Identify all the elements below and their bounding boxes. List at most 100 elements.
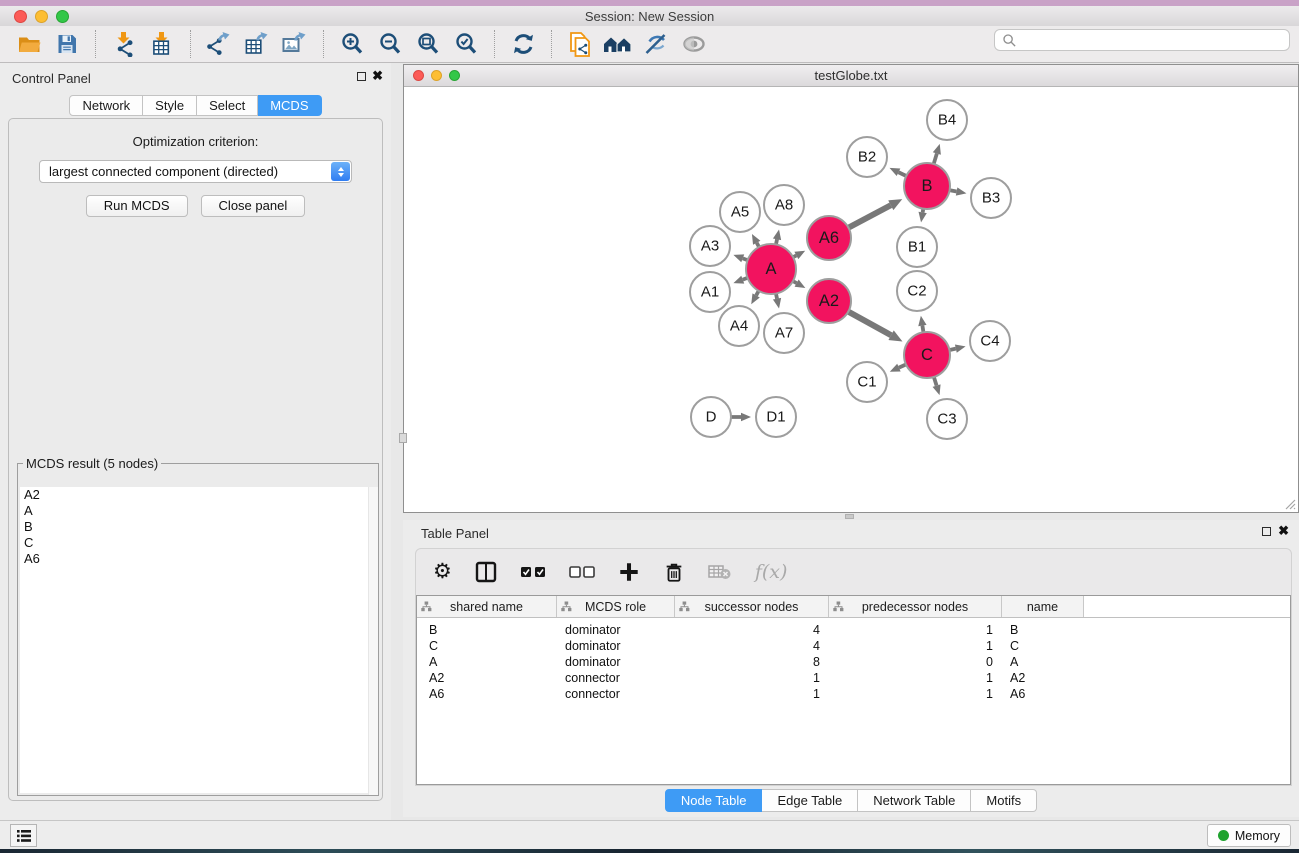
window-resize-grip[interactable] [1284, 498, 1296, 510]
export-image-button[interactable] [276, 28, 314, 60]
network-minimize-button[interactable] [431, 70, 442, 81]
column-header-successor-nodes[interactable]: successor nodes [675, 596, 829, 617]
node-A4[interactable]: A4 [719, 306, 759, 346]
refresh-layout-button[interactable] [504, 28, 542, 60]
tab-motifs[interactable]: Motifs [971, 789, 1037, 812]
table-cell[interactable]: B [1002, 622, 1084, 638]
table-cell[interactable]: C [1002, 638, 1084, 654]
app-titlebar[interactable]: Session: New Session [0, 6, 1299, 26]
table-cell[interactable]: 1 [675, 670, 829, 686]
node-C1[interactable]: C1 [847, 362, 887, 402]
import-table-button[interactable] [143, 28, 181, 60]
horizontal-divider-handle[interactable] [845, 514, 854, 519]
tab-select[interactable]: Select [197, 95, 258, 116]
node-C2[interactable]: C2 [897, 271, 937, 311]
table-cell[interactable]: B [417, 622, 557, 638]
tab-style[interactable]: Style [143, 95, 197, 116]
table-mode-settings-button[interactable]: ⚙ [433, 562, 452, 582]
minimize-window-button[interactable] [35, 10, 48, 23]
column-header-predecessor-nodes[interactable]: predecessor nodes [829, 596, 1002, 617]
table-cell[interactable]: A [417, 654, 557, 670]
table-float-icon[interactable] [1262, 527, 1271, 536]
deselect-all-rows-button[interactable] [569, 565, 595, 579]
table-row[interactable]: A2connector11A2 [417, 670, 1290, 686]
table-cell[interactable]: 1 [829, 686, 1002, 702]
table-row[interactable]: A6connector11A6 [417, 686, 1290, 702]
mcds-result-item[interactable]: A [20, 503, 376, 519]
node-B2[interactable]: B2 [847, 137, 887, 177]
mcds-result-list[interactable]: A2ABCA6 [20, 487, 376, 793]
table-cell[interactable]: 4 [675, 638, 829, 654]
table-cell[interactable]: 8 [675, 654, 829, 670]
hide-labels-button[interactable] [637, 28, 675, 60]
table-cell[interactable]: A2 [417, 670, 557, 686]
zoom-window-button[interactable] [56, 10, 69, 23]
table-row[interactable]: Cdominator41C [417, 638, 1290, 654]
node-A7[interactable]: A7 [764, 313, 804, 353]
column-header-MCDS-role[interactable]: MCDS role [557, 596, 675, 617]
zoom-out-button[interactable] [371, 28, 409, 60]
table-cell[interactable]: 0 [829, 654, 1002, 670]
table-cell[interactable]: A6 [417, 686, 557, 702]
mcds-result-item[interactable]: A2 [20, 487, 376, 503]
tab-network[interactable]: Network [69, 95, 143, 116]
open-file-button[interactable] [10, 28, 48, 60]
tab-node-table[interactable]: Node Table [665, 789, 763, 812]
create-new-column-button[interactable] [618, 561, 640, 583]
table-close-icon[interactable]: ✖ [1278, 523, 1289, 539]
zoom-selected-button[interactable] [447, 28, 485, 60]
mcds-result-item[interactable]: A6 [20, 551, 376, 567]
search-input[interactable] [1017, 33, 1289, 47]
optimization-criterion-select[interactable]: largest connected component (directed) [39, 160, 352, 183]
tab-edge-table[interactable]: Edge Table [762, 789, 858, 812]
table-cell[interactable]: A2 [1002, 670, 1084, 686]
node-A8[interactable]: A8 [764, 185, 804, 225]
table-cell[interactable]: 1 [829, 670, 1002, 686]
close-panel-icon[interactable]: ✖ [372, 68, 383, 84]
network-window-titlebar[interactable]: testGlobe.txt [404, 65, 1298, 87]
task-history-button[interactable] [10, 824, 37, 847]
select-all-rows-button[interactable] [520, 565, 546, 579]
table-row[interactable]: Bdominator41B [417, 622, 1290, 638]
mcds-result-item[interactable]: B [20, 519, 376, 535]
node-B3[interactable]: B3 [971, 178, 1011, 218]
table-cell[interactable]: 1 [829, 638, 1002, 654]
search-field[interactable] [994, 29, 1290, 51]
node-D1[interactable]: D1 [756, 397, 796, 437]
node-C3[interactable]: C3 [927, 399, 967, 439]
memory-button[interactable]: Memory [1207, 824, 1291, 847]
run-mcds-button[interactable]: Run MCDS [86, 195, 188, 217]
table-cell[interactable]: 4 [675, 622, 829, 638]
close-window-button[interactable] [14, 10, 27, 23]
mcds-result-scrollbar[interactable] [368, 487, 378, 795]
export-table-button[interactable] [238, 28, 276, 60]
node-D[interactable]: D [691, 397, 731, 437]
node-B1[interactable]: B1 [897, 227, 937, 267]
node-B[interactable]: B [904, 163, 950, 209]
save-session-button[interactable] [48, 28, 86, 60]
table-cell[interactable]: A6 [1002, 686, 1084, 702]
node-A6[interactable]: A6 [807, 216, 851, 260]
zoom-fit-button[interactable] [409, 28, 447, 60]
node-B4[interactable]: B4 [927, 100, 967, 140]
zoom-in-button[interactable] [333, 28, 371, 60]
import-network-button[interactable] [105, 28, 143, 60]
show-hide-columns-button[interactable] [475, 561, 497, 583]
first-neighbors-button[interactable] [599, 28, 637, 60]
node-C[interactable]: C [904, 332, 950, 378]
node-C4[interactable]: C4 [970, 321, 1010, 361]
table-cell[interactable]: C [417, 638, 557, 654]
node-A1[interactable]: A1 [690, 272, 730, 312]
node-A3[interactable]: A3 [690, 226, 730, 266]
table-cell[interactable]: connector [557, 670, 675, 686]
show-graphics-details-button[interactable] [675, 28, 713, 60]
column-header-name[interactable]: name [1002, 596, 1084, 617]
table-cell[interactable]: 1 [675, 686, 829, 702]
network-zoom-button[interactable] [449, 70, 460, 81]
table-cell[interactable]: 1 [829, 622, 1002, 638]
table-cell[interactable]: A [1002, 654, 1084, 670]
table-row[interactable]: Adominator80A [417, 654, 1290, 670]
column-header-shared-name[interactable]: shared name [417, 596, 557, 617]
tab-network-table[interactable]: Network Table [858, 789, 971, 812]
mcds-result-item[interactable]: C [20, 535, 376, 551]
